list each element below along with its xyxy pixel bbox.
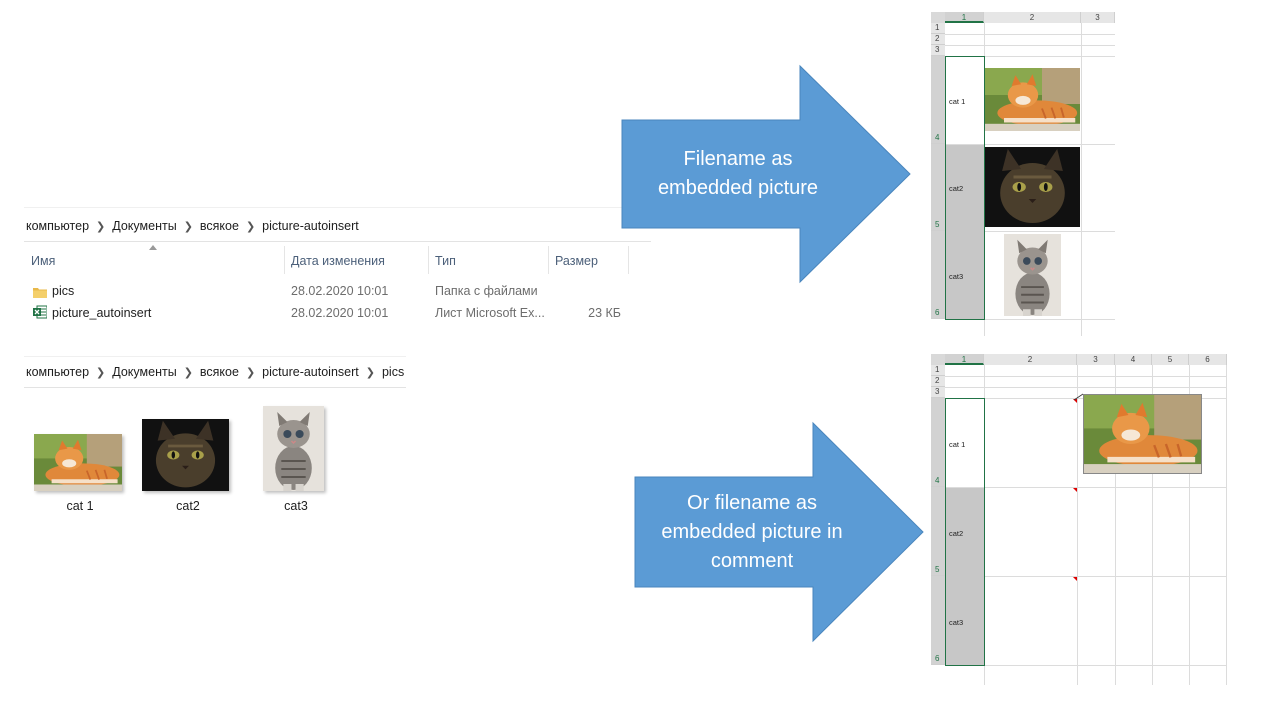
column-header[interactable]: 1 [945,12,984,23]
column-separator [284,246,285,274]
column-separator [428,246,429,274]
cell-text[interactable]: cat 1 [949,440,965,449]
thumbnail-caption[interactable]: cat3 [246,499,346,513]
breadcrumb: компьютер ❯ Документы ❯ всякое ❯ picture-autoi… [26,219,359,233]
chevron-right-icon: ❯ [245,221,256,233]
comment-picture[interactable] [1083,394,1202,474]
column-header-date[interactable]: Дата изменения [291,254,385,268]
file-type: Папка с файлами [435,284,538,298]
breadcrumb-item[interactable]: Документы [112,219,176,233]
file-size: 23 КБ [588,306,621,320]
cell-text[interactable]: cat3 [949,272,963,281]
row-header[interactable]: 5 [931,144,945,231]
row-header[interactable]: 2 [931,376,945,387]
column-header[interactable]: 3 [1077,354,1115,365]
row-header[interactable]: 1 [931,365,945,376]
breadcrumb-item[interactable]: Документы [112,365,176,379]
row-header[interactable]: 3 [931,387,945,398]
grid-line [945,387,1227,388]
row-header[interactable]: 2 [931,34,945,45]
thumbnail-caption[interactable]: cat2 [138,499,238,513]
grid-line [945,487,1227,488]
grid-line [1081,23,1082,336]
grid-line [945,45,1115,46]
row-header[interactable]: 6 [931,231,945,319]
folder-icon [33,285,47,298]
breadcrumb-item[interactable]: pics [382,365,404,379]
grid-line [1077,365,1078,685]
breadcrumb-item[interactable]: компьютер [26,219,89,233]
thumbnail-caption[interactable]: cat 1 [30,499,130,513]
column-header[interactable]: 6 [1189,354,1227,365]
column-header[interactable]: 2 [984,354,1077,365]
cat-thumbnail[interactable] [263,406,324,491]
grid-line [1226,365,1227,685]
breadcrumb: компьютер ❯ Документы ❯ всякое ❯ picture-autoi… [26,365,404,379]
breadcrumb-item[interactable]: всякое [200,219,239,233]
breadcrumb-item[interactable]: picture-autoinsert [262,219,359,233]
select-all-corner[interactable] [931,12,945,23]
file-name[interactable]: picture_autoinsert [52,306,151,320]
breadcrumb-divider [24,387,406,388]
column-header[interactable]: 5 [1152,354,1189,365]
chevron-right-icon: ❯ [183,367,193,379]
column-header-type[interactable]: Тип [435,254,456,268]
column-header-size[interactable]: Размер [555,254,598,268]
file-type: Лист Microsoft Ex... [435,306,545,320]
arrow-label-line: comment [710,550,794,572]
chevron-right-icon: ❯ [183,221,193,233]
file-date: 28.02.2020 10:01 [291,306,389,320]
explorer-top-divider [24,207,651,208]
file-name[interactable]: pics [52,284,74,298]
cat-thumbnail[interactable] [34,434,122,491]
arrow-label-line: embedded picture in [661,521,843,543]
column-header[interactable]: 2 [984,12,1081,23]
row-header[interactable]: 4 [931,398,945,487]
row-header[interactable]: 3 [931,45,945,56]
embedded-cat-picture[interactable] [985,147,1080,227]
chevron-right-icon: ❯ [365,367,375,379]
grid-line [945,665,1227,666]
row-header[interactable]: 5 [931,487,945,576]
breadcrumb-item[interactable]: picture-autoinsert [262,365,359,379]
comment-indicator-icon[interactable] [1073,488,1077,492]
arrow-label: Or filename as embedded picture in comme… [640,489,864,576]
column-header[interactable]: 3 [1081,12,1115,23]
file-date: 28.02.2020 10:01 [291,284,389,298]
breadcrumb-divider [24,241,651,242]
select-all-corner[interactable] [931,354,945,365]
spreadsheet: 1 2 3 1 2 3 4 5 6 cat 1 cat2 cat3 [931,12,1115,336]
row-header[interactable]: 1 [931,23,945,34]
comment-indicator-icon[interactable] [1073,577,1077,581]
column-separator [548,246,549,274]
cell-text[interactable]: cat2 [949,529,963,538]
embedded-cat-picture[interactable] [1004,234,1061,316]
chevron-right-icon: ❯ [96,367,106,379]
spreadsheet: 1 2 3 4 5 6 1 2 3 4 5 6 cat 1 cat2 cat3 [931,354,1227,685]
grid-line [945,576,1227,577]
excel-file-icon [33,305,48,319]
explorer-bottom-divider [24,356,406,357]
chevron-right-icon: ❯ [245,367,256,379]
grid-line [945,376,1227,377]
chevron-right-icon: ❯ [96,221,106,233]
cell-text[interactable]: cat 1 [949,97,965,106]
breadcrumb-item[interactable]: компьютер [26,365,89,379]
row-header[interactable]: 4 [931,56,945,144]
grid-line [945,34,1115,35]
cat-thumbnail[interactable] [142,419,229,491]
arrow-label-line: embedded picture [657,177,819,199]
sort-asc-icon [149,245,157,250]
column-header-name[interactable]: Имя [31,254,55,268]
embedded-cat-picture[interactable] [985,68,1080,131]
arrow-label-line: Or filename as [686,492,818,514]
arrow-label-line: Filename as [683,148,793,170]
arrow-label: Filename as embedded picture [630,145,846,203]
row-header[interactable]: 6 [931,576,945,665]
breadcrumb-item[interactable]: всякое [200,365,239,379]
column-header[interactable]: 1 [945,354,984,365]
cell-text[interactable]: cat3 [949,618,963,627]
column-header[interactable]: 4 [1115,354,1152,365]
cell-text[interactable]: cat2 [949,184,963,193]
